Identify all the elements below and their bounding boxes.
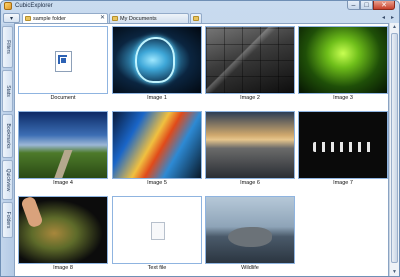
side-tab-quickview[interactable]: Quickview bbox=[2, 160, 13, 200]
thumbnail bbox=[112, 196, 202, 264]
scroll-down-icon[interactable]: ▼ bbox=[390, 268, 399, 276]
file-label: Image 2 bbox=[240, 95, 260, 101]
thumbnail bbox=[205, 111, 295, 179]
new-tab-icon bbox=[193, 16, 199, 21]
main-menu-button[interactable]: ▾ bbox=[3, 13, 20, 23]
file-label: Document bbox=[50, 95, 76, 101]
tab-label: My Documents bbox=[120, 15, 157, 22]
tab-my-documents[interactable]: My Documents bbox=[109, 13, 189, 23]
tab-scroll-right-button[interactable]: ▸ bbox=[388, 13, 397, 23]
side-tab-label: Quickview bbox=[4, 168, 11, 192]
app-icon bbox=[4, 2, 12, 10]
file-label: Text file bbox=[147, 265, 167, 271]
folder-icon bbox=[112, 16, 118, 21]
file-item-image-3[interactable]: Image 3 bbox=[298, 26, 388, 106]
file-label: Image 5 bbox=[147, 180, 167, 186]
text-file-icon bbox=[151, 222, 165, 240]
file-item-image-1[interactable]: Image 1 bbox=[112, 26, 202, 106]
scroll-up-icon[interactable]: ▲ bbox=[390, 23, 399, 32]
file-item-image-5[interactable]: Image 5 bbox=[112, 111, 202, 191]
window-title: CubicExplorer bbox=[15, 3, 53, 9]
file-item-image-2[interactable]: Image 2 bbox=[205, 26, 295, 106]
close-button[interactable]: ✕ bbox=[373, 1, 395, 10]
file-label: Image 4 bbox=[53, 180, 73, 186]
thumbnail bbox=[205, 26, 295, 94]
side-tab-folders[interactable]: Folders bbox=[2, 202, 13, 238]
thumbnail bbox=[205, 196, 295, 264]
new-tab-button[interactable] bbox=[190, 13, 202, 23]
window-controls: – □ ✕ bbox=[347, 1, 395, 10]
scrollbar-thumb[interactable] bbox=[391, 33, 398, 263]
tab-close-button[interactable]: ✕ bbox=[100, 14, 105, 23]
tab-sample-folder[interactable]: sample folder ✕ bbox=[22, 13, 108, 23]
file-item-image-7[interactable]: Image 7 bbox=[298, 111, 388, 191]
file-label: Image 1 bbox=[147, 95, 167, 101]
vertical-scrollbar[interactable]: ▲ ▼ bbox=[389, 23, 399, 276]
word-document-icon bbox=[55, 51, 72, 72]
file-label: Wildlife bbox=[241, 265, 259, 271]
app-window: CubicExplorer – □ ✕ ▾ sample folder ✕ My… bbox=[0, 0, 400, 277]
file-item-wildlife[interactable]: Wildlife bbox=[205, 196, 295, 276]
thumbnail bbox=[112, 26, 202, 94]
side-tab-label: Bookmarks bbox=[4, 123, 11, 149]
side-tab-label: Stats bbox=[4, 85, 11, 97]
side-tab-stats[interactable]: Stats bbox=[2, 70, 13, 112]
thumbnail bbox=[18, 196, 108, 264]
side-tab-label: Filters bbox=[4, 40, 11, 54]
side-panel-tabs: Filters Stats Bookmarks Quickview Folder… bbox=[1, 24, 14, 276]
menu-icon: ▾ bbox=[9, 15, 13, 22]
thumbnail bbox=[112, 111, 202, 179]
folder-icon bbox=[25, 16, 31, 21]
file-item-image-4[interactable]: Image 4 bbox=[18, 111, 108, 191]
thumbnail bbox=[18, 26, 108, 94]
side-tab-filters[interactable]: Filters bbox=[2, 26, 13, 68]
file-label: Image 6 bbox=[240, 180, 260, 186]
tab-bar: ▾ sample folder ✕ My Documents ◂ ▸ bbox=[3, 13, 397, 23]
tab-label: sample folder bbox=[33, 15, 67, 22]
file-label: Image 8 bbox=[53, 265, 73, 271]
tab-scroll-controls: ◂ ▸ bbox=[379, 13, 397, 23]
file-label: Image 7 bbox=[333, 180, 353, 186]
tab-scroll-left-button[interactable]: ◂ bbox=[379, 13, 388, 23]
file-item-document[interactable]: Document bbox=[18, 26, 108, 106]
side-tab-label: Folders bbox=[4, 211, 11, 229]
file-label: Image 3 bbox=[333, 95, 353, 101]
thumbnail bbox=[298, 111, 388, 179]
file-view: Document Image 1 Image 2 Image 3 Image 4… bbox=[14, 23, 389, 276]
file-item-image-6[interactable]: Image 6 bbox=[205, 111, 295, 191]
title-bar: CubicExplorer – □ ✕ bbox=[1, 1, 399, 12]
file-item-text-file[interactable]: Text file bbox=[112, 196, 202, 276]
file-item-image-8[interactable]: Image 8 bbox=[18, 196, 108, 276]
minimize-button[interactable]: – bbox=[347, 1, 360, 10]
thumbnail bbox=[298, 26, 388, 94]
maximize-button[interactable]: □ bbox=[360, 1, 373, 10]
thumbnail bbox=[18, 111, 108, 179]
side-tab-bookmarks[interactable]: Bookmarks bbox=[2, 114, 13, 158]
